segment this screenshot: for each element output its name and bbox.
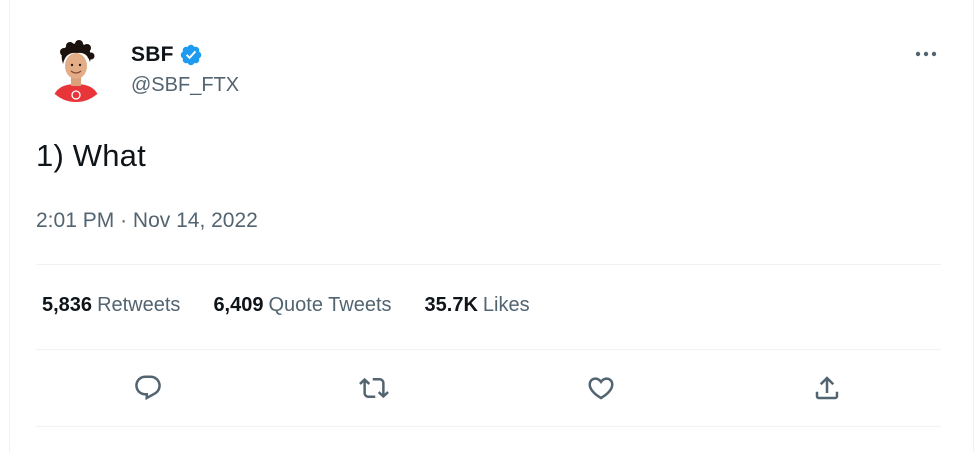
engagement-stats: 5,836 Retweets 6,409 Quote Tweets 35.7K Lik… xyxy=(42,294,563,317)
divider-top xyxy=(36,264,941,265)
more-options-button[interactable] xyxy=(910,42,942,66)
retweet-icon xyxy=(359,377,389,399)
quote-tweets-stat[interactable]: 6,409 Quote Tweets xyxy=(213,294,391,317)
share-button[interactable] xyxy=(809,370,845,406)
quote-tweets-count: 6,409 xyxy=(213,294,264,316)
quote-tweets-label: Quote Tweets xyxy=(268,294,392,316)
tweet-time[interactable]: 2:01 PM xyxy=(36,209,114,232)
display-name[interactable]: SBF xyxy=(131,43,174,67)
divider-bottom xyxy=(36,426,941,427)
likes-stat[interactable]: 35.7K Likes xyxy=(425,294,530,317)
tweet-timestamp: 2:01 PM · Nov 14, 2022 xyxy=(36,209,258,233)
retweets-label: Retweets xyxy=(97,294,181,316)
retweets-count: 5,836 xyxy=(42,294,93,316)
retweets-stat[interactable]: 5,836 Retweets xyxy=(42,294,180,317)
reply-button[interactable] xyxy=(130,370,166,406)
verified-badge-icon[interactable] xyxy=(179,43,203,67)
avatar[interactable] xyxy=(44,38,108,102)
reply-icon xyxy=(135,375,161,401)
tweet-text: 1) What xyxy=(36,138,146,173)
divider-middle xyxy=(36,349,941,350)
profile-photo-icon xyxy=(44,38,108,102)
heart-icon xyxy=(588,377,614,400)
more-icon xyxy=(915,51,937,57)
like-button[interactable] xyxy=(583,370,619,406)
likes-label: Likes xyxy=(482,294,530,316)
tweet-date[interactable]: Nov 14, 2022 xyxy=(133,209,258,232)
author-handle[interactable]: @SBF_FTX xyxy=(131,74,239,97)
frame-border-left xyxy=(9,0,10,452)
share-icon xyxy=(815,376,839,400)
timestamp-separator: · xyxy=(120,209,128,232)
likes-count: 35.7K xyxy=(424,294,478,316)
author-name-row[interactable]: SBF xyxy=(131,42,203,68)
retweet-button[interactable] xyxy=(356,370,392,406)
tweet-card: SBF @SBF_FTX 1) What 2:01 PM · Nov 14, 2… xyxy=(0,0,974,452)
